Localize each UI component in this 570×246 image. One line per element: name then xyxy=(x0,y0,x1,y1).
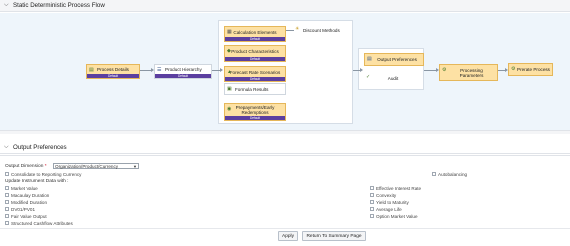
document-icon: ▤ xyxy=(89,67,94,73)
node-output-preferences[interactable]: ▤ Output Preferences xyxy=(364,53,424,66)
money-icon: ◉ xyxy=(227,106,232,112)
return-to-summary-button[interactable]: Return To Summary Page xyxy=(302,231,366,241)
apply-button[interactable]: Apply xyxy=(278,231,298,241)
lightbulb-icon: ☀ xyxy=(295,26,300,32)
option-checkbox[interactable] xyxy=(5,193,9,197)
process-icon: ⚙ xyxy=(511,66,516,72)
calculator-icon: ▦ xyxy=(227,29,232,35)
option-checkbox[interactable] xyxy=(5,186,9,190)
option-label: Market Value xyxy=(11,186,38,191)
node-processing-parameters[interactable]: ⚙ Processing Parameters xyxy=(439,64,498,81)
connector-arrow xyxy=(360,68,363,72)
option-label: Average Life xyxy=(376,207,402,212)
option-label: Structured Cashflow Attributes xyxy=(11,221,73,226)
option-label: Fair Value Output xyxy=(11,214,47,219)
node-process-details[interactable]: ▤ Process Details Default xyxy=(86,64,140,79)
node-calculation-elements[interactable]: ▦ Calculation Elements Default xyxy=(224,26,286,42)
output-dimension-select[interactable]: Organization/Product/Currency ▼ xyxy=(53,163,139,169)
output-dimension-label: Output Dimension * xyxy=(5,164,47,169)
option-checkbox[interactable] xyxy=(370,214,374,218)
option-label: Option Market Value xyxy=(376,214,418,219)
chevron-down-icon[interactable]: ⌵ xyxy=(4,2,12,9)
chart-icon: ▲ xyxy=(227,69,232,75)
option-checkbox[interactable] xyxy=(370,200,374,204)
node-product-hierarchy[interactable]: ☰ Product Hierarchy Default xyxy=(154,64,212,79)
divider xyxy=(0,155,570,156)
resize-splitter[interactable] xyxy=(0,130,570,134)
divider xyxy=(0,228,570,229)
chevron-down-icon[interactable]: ⌵ xyxy=(4,144,12,151)
node-discount-methods[interactable]: ☀ Discount Methods xyxy=(293,24,349,37)
option-label: Effective Interest Rate xyxy=(376,186,422,191)
option-checkbox[interactable] xyxy=(370,193,374,197)
process-flow-canvas: ▤ Process Details Default ☰ Product Hier… xyxy=(0,13,570,130)
update-instrument-heading: Update Instrument Data with : xyxy=(5,179,69,184)
tag-icon: ◆ xyxy=(227,48,231,54)
option-checkbox[interactable] xyxy=(5,221,9,225)
audit-icon: ✓ xyxy=(366,74,371,80)
option-label: Convexity xyxy=(376,193,397,198)
node-product-characteristics[interactable]: ◆ Product Characteristics Default xyxy=(224,45,286,62)
option-checkbox[interactable] xyxy=(5,207,9,211)
option-checkbox[interactable] xyxy=(5,214,9,218)
output-icon: ▤ xyxy=(367,56,372,62)
node-audit[interactable]: ✓ Audit xyxy=(364,72,424,84)
option-label: DV01/PV01 xyxy=(11,207,36,212)
autobalancing-checkbox[interactable] xyxy=(432,172,436,176)
option-checkbox[interactable] xyxy=(5,200,9,204)
output-section-title: Output Preferences xyxy=(13,144,67,151)
hierarchy-icon: ☰ xyxy=(157,67,162,73)
flow-section-title: Static Deterministic Process Flow xyxy=(13,2,105,9)
formula-icon: ▣ xyxy=(227,86,232,92)
node-prepayments[interactable]: ◉ Prepayments/Early Redemptions Default xyxy=(224,103,286,121)
option-label: Modified Duration xyxy=(11,200,48,205)
chevron-down-icon: ▼ xyxy=(133,164,137,169)
gear-icon: ⚙ xyxy=(442,67,447,73)
output-section-header[interactable]: ⌵ Output Preferences xyxy=(0,142,570,154)
node-formula-results[interactable]: ▣ Formula Results xyxy=(224,83,286,95)
flow-section-header[interactable]: ⌵ Static Deterministic Process Flow xyxy=(0,0,570,12)
autobalancing-label: Autobalancing xyxy=(438,172,468,177)
node-forecast-rate-scenarios[interactable]: ▲ Forecast Rate Scenarios Default xyxy=(224,66,286,82)
option-label: Macaulay Duration xyxy=(11,193,50,198)
option-label: Yield to Maturity xyxy=(376,200,409,205)
consolidate-label: Consolidate to Reporting Currency xyxy=(11,172,82,177)
option-checkbox[interactable] xyxy=(370,186,374,190)
consolidate-checkbox[interactable] xyxy=(5,172,9,176)
option-checkbox[interactable] xyxy=(370,207,374,211)
connector-arrow xyxy=(220,68,223,72)
node-prerate-process[interactable]: ⚙ Prerate Process xyxy=(508,63,553,76)
